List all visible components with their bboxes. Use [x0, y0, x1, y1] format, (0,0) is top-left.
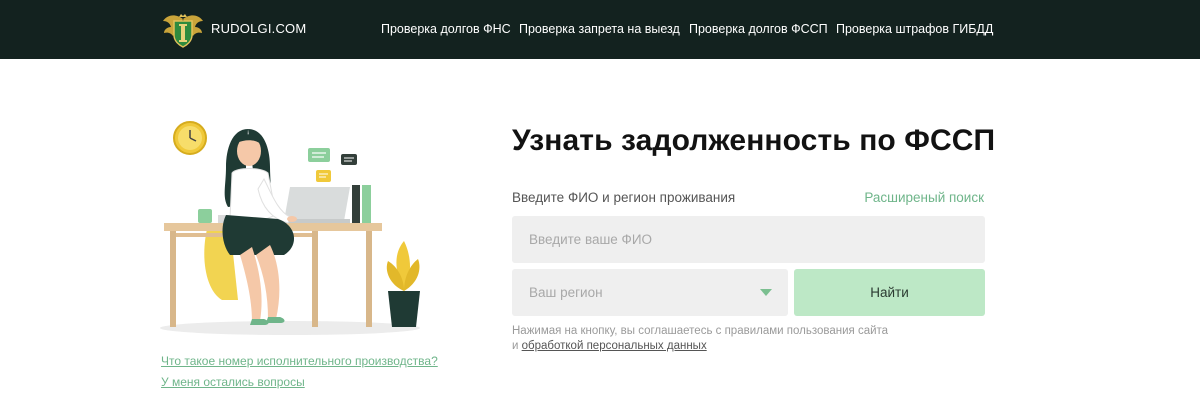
nav-link-fns[interactable]: Проверка долгов ФНС: [381, 22, 511, 38]
nav-link-fssp[interactable]: Проверка долгов ФССП: [689, 22, 828, 38]
brand-name[interactable]: RUDOLGI.COM: [211, 21, 306, 36]
nav-link-gibdd[interactable]: Проверка штрафов ГИБДД: [836, 22, 993, 38]
what-is-case-number-link[interactable]: Что такое номер исполнительного производ…: [161, 354, 438, 368]
form-label: Введите ФИО и регион проживания: [512, 190, 736, 205]
region-select[interactable]: Ваш регион: [512, 269, 788, 316]
emblem-logo-icon[interactable]: [161, 11, 205, 49]
have-questions-link[interactable]: У меня остались вопросы: [161, 375, 305, 389]
region-select-value: Ваш регион: [529, 285, 603, 300]
personal-data-link[interactable]: обработкой персональных данных: [522, 340, 707, 352]
woman-at-desk-illustration-icon: [160, 121, 420, 335]
search-button[interactable]: Найти: [794, 269, 985, 316]
disclaimer: Нажимая на кнопку, вы соглашаетесь с пра…: [512, 324, 892, 354]
nav-link-travel-ban[interactable]: Проверка запрета на выезд: [519, 22, 680, 38]
chevron-down-icon: [760, 289, 772, 296]
page-title: Узнать задолженность по ФССП: [512, 124, 996, 157]
fio-input[interactable]: [512, 216, 985, 263]
site-header: RUDOLGI.COM Проверка долгов ФНС Проверка…: [0, 0, 1200, 59]
advanced-search-link[interactable]: Расширеный поиск: [864, 190, 984, 205]
